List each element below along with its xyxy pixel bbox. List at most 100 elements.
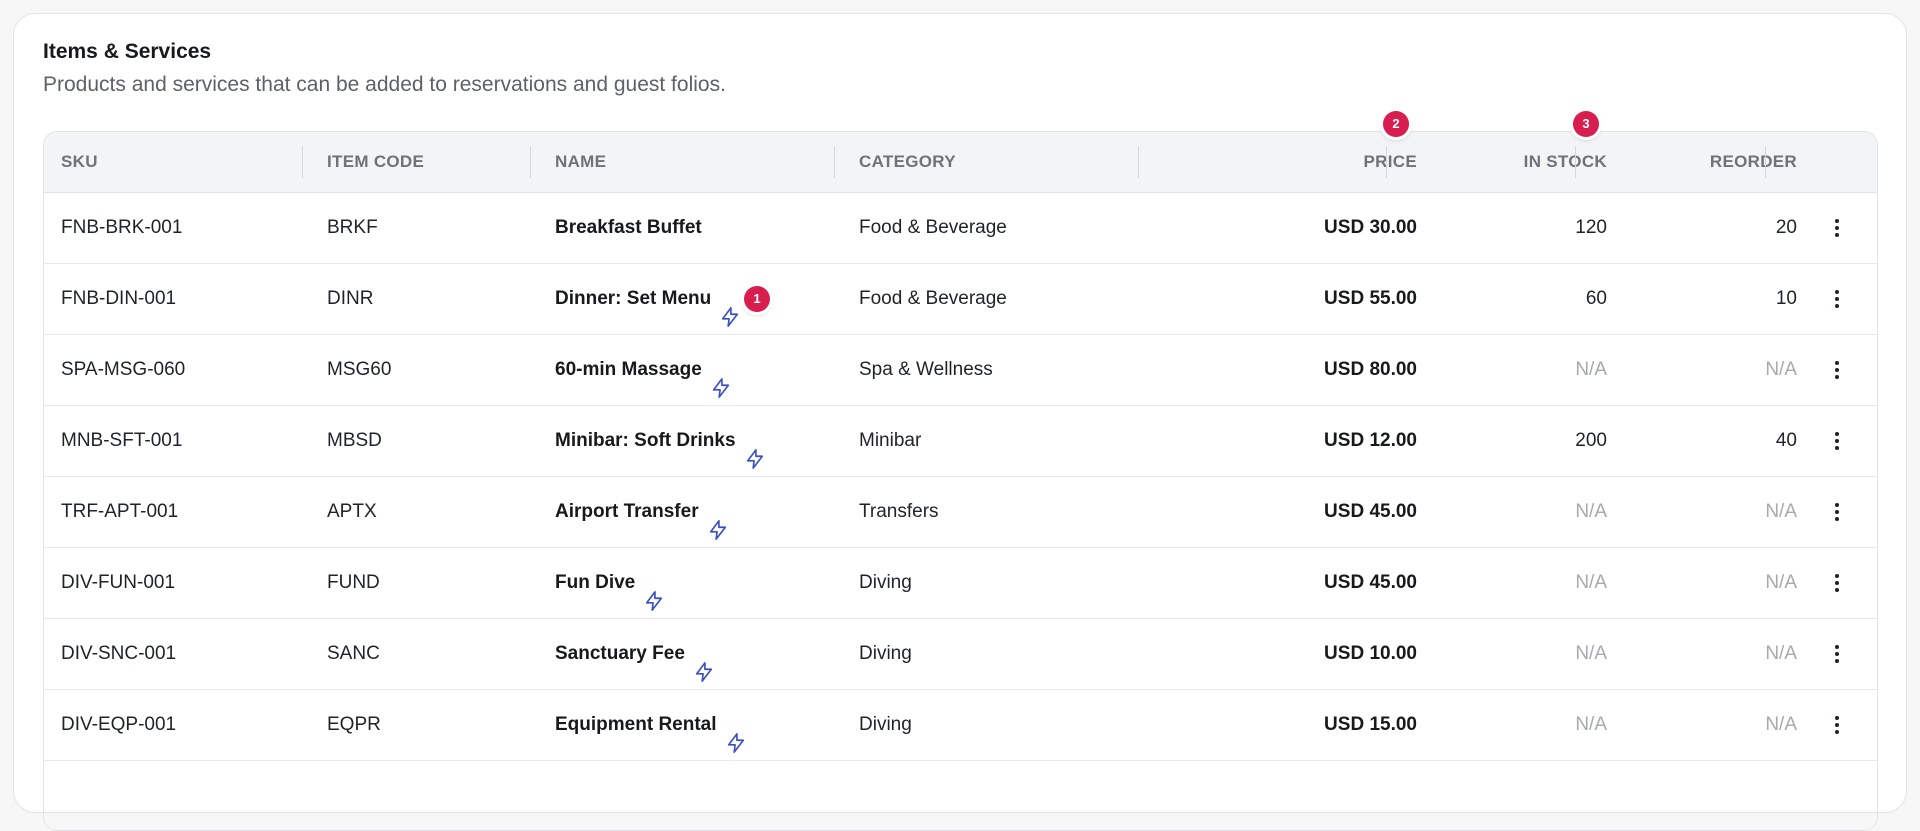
reorder-cell: 40	[1775, 430, 1797, 451]
column-resize-handle[interactable]	[1386, 146, 1387, 178]
column-resize-handle[interactable]	[302, 146, 303, 178]
lightning-bolt-icon[interactable]	[744, 430, 766, 469]
lightning-bolt-icon[interactable]	[725, 714, 747, 753]
reorder-cell: N/A	[1765, 714, 1797, 735]
more-vertical-icon[interactable]	[1823, 285, 1851, 313]
sku-cell: DIV-FUN-001	[61, 572, 176, 593]
category-cell: Diving	[859, 572, 912, 593]
lightning-bolt-icon[interactable]	[707, 501, 729, 540]
annotation-marker-1: 1	[744, 286, 770, 312]
reorder-cell: 20	[1775, 217, 1797, 238]
price-cell: USD 15.00	[1324, 714, 1417, 735]
more-vertical-icon[interactable]	[1823, 711, 1851, 739]
sku-cell: DIV-SNC-001	[61, 643, 177, 664]
column-resize-handle[interactable]	[1138, 146, 1139, 178]
reorder-cell: N/A	[1765, 359, 1797, 380]
price-cell: USD 80.00	[1324, 359, 1417, 380]
more-vertical-icon[interactable]	[1823, 569, 1851, 597]
table-header: SKU ITEM CODE NAME CATEGORY PRICE IN STO…	[44, 132, 1877, 193]
page-subtitle: Products and services that can be added …	[43, 73, 726, 96]
lightning-bolt-icon[interactable]	[719, 288, 741, 327]
column-resize-handle[interactable]	[1765, 146, 1766, 178]
table-row[interactable]: FNB-DIN-001 DINR Dinner: Set Menu Food & Be…	[44, 264, 1877, 335]
price-cell: USD 10.00	[1324, 643, 1417, 664]
reorder-cell: 10	[1775, 288, 1797, 309]
table-row[interactable]: FNB-BRK-001 BRKF Breakfast Buffet Food & Be…	[44, 193, 1877, 264]
more-vertical-icon[interactable]	[1823, 498, 1851, 526]
item-code-cell: FUND	[327, 572, 380, 593]
item-name[interactable]: Equipment Rental	[555, 690, 717, 760]
item-code-cell: EQPR	[327, 714, 381, 735]
table-row[interactable]: MNB-SFT-001 MBSD Minibar: Soft Drinks Minib…	[44, 406, 1877, 477]
price-cell: USD 45.00	[1324, 572, 1417, 593]
item-code-cell: MBSD	[327, 430, 382, 451]
sku-cell: FNB-BRK-001	[61, 217, 183, 238]
table-row[interactable]: SPA-MSG-060 MSG60 60-min Massage Spa & Well…	[44, 335, 1877, 406]
lightning-bolt-icon[interactable]	[710, 359, 732, 398]
page-title: Items & Services	[43, 40, 212, 63]
category-cell: Diving	[859, 643, 912, 664]
in-stock-cell: 120	[1575, 217, 1607, 238]
item-name[interactable]: Breakfast Buffet	[555, 193, 702, 263]
item-code-cell: MSG60	[327, 359, 392, 380]
category-cell: Spa & Wellness	[859, 359, 993, 380]
item-name[interactable]: Sanctuary Fee	[555, 619, 685, 689]
more-vertical-icon[interactable]	[1823, 427, 1851, 455]
items-table: SKU ITEM CODE NAME CATEGORY PRICE IN STO…	[43, 131, 1878, 831]
category-cell: Diving	[859, 714, 912, 735]
name-cell: Equipment Rental	[555, 690, 747, 760]
in-stock-cell: N/A	[1575, 501, 1607, 522]
reorder-cell: N/A	[1765, 643, 1797, 664]
item-name[interactable]: Fun Dive	[555, 548, 635, 618]
annotation-marker-3: 3	[1573, 111, 1599, 137]
category-cell: Food & Beverage	[859, 217, 1007, 238]
in-stock-cell: N/A	[1575, 643, 1607, 664]
category-cell: Transfers	[859, 501, 939, 522]
more-vertical-icon[interactable]	[1823, 640, 1851, 668]
item-code-cell: SANC	[327, 643, 380, 664]
lightning-bolt-icon[interactable]	[643, 572, 665, 611]
sku-cell: SPA-MSG-060	[61, 359, 186, 380]
more-vertical-icon[interactable]	[1823, 214, 1851, 242]
table-row[interactable]: DIV-SNC-001 SANC Sanctuary Fee Diving USD 10…	[44, 619, 1877, 690]
price-cell: USD 30.00	[1324, 217, 1417, 238]
column-resize-handle[interactable]	[834, 146, 835, 178]
name-cell: Breakfast Buffet	[555, 193, 702, 263]
sku-cell: MNB-SFT-001	[61, 430, 183, 451]
item-name[interactable]: Dinner: Set Menu	[555, 264, 711, 334]
more-vertical-icon[interactable]	[1823, 356, 1851, 384]
sku-cell: TRF-APT-001	[61, 501, 179, 522]
in-stock-cell: N/A	[1575, 572, 1607, 593]
column-resize-handle[interactable]	[1575, 146, 1576, 178]
in-stock-cell: 60	[1585, 288, 1607, 309]
in-stock-cell: N/A	[1575, 359, 1607, 380]
in-stock-cell: 200	[1575, 430, 1607, 451]
items-services-card: Items & Services Products and services t…	[13, 13, 1907, 831]
column-header-name[interactable]: NAME	[555, 132, 606, 192]
item-code-cell: APTX	[327, 501, 377, 522]
name-cell: Airport Transfer	[555, 477, 729, 547]
name-cell: 60-min Massage	[555, 335, 732, 405]
item-name[interactable]: Airport Transfer	[555, 477, 699, 547]
sku-cell: DIV-EQP-001	[61, 714, 177, 735]
column-header-category[interactable]: CATEGORY	[859, 132, 956, 192]
in-stock-cell: N/A	[1575, 714, 1607, 735]
table-row[interactable]: TRF-APT-001 APTX Airport Transfer Transfers…	[44, 477, 1877, 548]
table-row[interactable]: DIV-EQP-001 EQPR Equipment Rental Diving USD…	[44, 690, 1877, 761]
column-header-sku[interactable]: SKU	[61, 132, 98, 192]
annotation-marker-2: 2	[1383, 111, 1409, 137]
column-resize-handle[interactable]	[530, 146, 531, 178]
price-cell: USD 12.00	[1324, 430, 1417, 451]
reorder-cell: N/A	[1765, 572, 1797, 593]
price-cell: USD 55.00	[1324, 288, 1417, 309]
lightning-bolt-icon[interactable]	[693, 643, 715, 682]
item-code-cell: DINR	[327, 288, 374, 309]
column-header-item-code[interactable]: ITEM CODE	[327, 132, 424, 192]
name-cell: Fun Dive	[555, 548, 665, 618]
item-name[interactable]: 60-min Massage	[555, 335, 702, 405]
item-code-cell: BRKF	[327, 217, 378, 238]
item-name[interactable]: Minibar: Soft Drinks	[555, 406, 736, 476]
table-row[interactable]: DIV-FUN-001 FUND Fun Dive Diving USD 45.00 N/…	[44, 548, 1877, 619]
column-header-price[interactable]: PRICE	[1144, 132, 1417, 192]
category-cell: Food & Beverage	[859, 288, 1007, 309]
